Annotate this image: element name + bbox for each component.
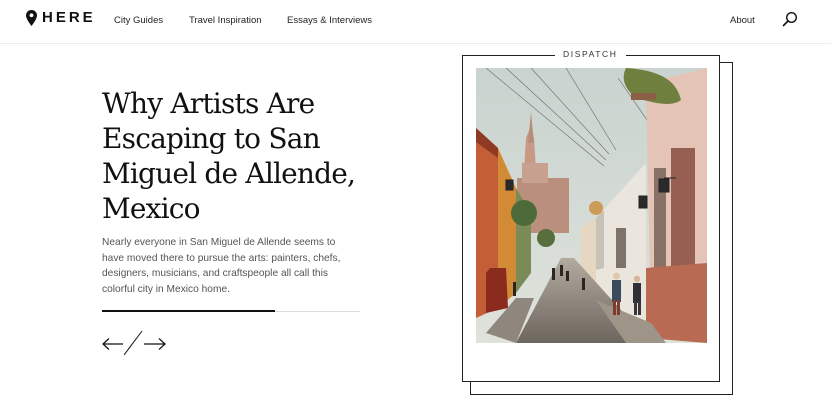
search-icon <box>782 11 798 27</box>
top-navigation-bar: HERE City Guides Travel Inspiration Essa… <box>0 0 831 44</box>
summary-line: have moved there to pursue the arts: pai… <box>102 252 341 264</box>
nav-essays-interviews[interactable]: Essays & Interviews <box>287 15 372 26</box>
article-headline[interactable]: Why Artists Are Escaping to San Miguel d… <box>102 86 402 226</box>
next-button[interactable] <box>142 330 166 356</box>
logo-text: HERE <box>42 9 96 26</box>
dispatch-label: DISPATCH <box>555 49 626 59</box>
article-photo[interactable] <box>476 68 707 343</box>
summary-line: Nearly everyone in San Miguel de Allende… <box>102 237 336 248</box>
headline-line: Mexico <box>102 192 201 225</box>
site-logo[interactable]: HERE <box>26 9 96 26</box>
arrow-right-icon <box>144 338 166 350</box>
headline-line: Miguel de Allende, <box>102 157 356 190</box>
nav-about[interactable]: About <box>730 15 755 26</box>
headline-line: Escaping to San <box>102 122 321 155</box>
article-summary: Nearly everyone in San Miguel de Allende… <box>102 235 362 297</box>
nav-city-guides[interactable]: City Guides <box>114 15 163 26</box>
carousel-controls <box>102 330 166 356</box>
summary-line: designers, musicians, and craftspeople a… <box>102 268 328 279</box>
headline-line: Why Artists Are <box>102 87 315 120</box>
slash-divider <box>123 330 143 356</box>
search-button[interactable] <box>782 11 798 27</box>
map-pin-icon <box>26 9 37 26</box>
summary-line: colorful city in Mexico home. <box>102 283 230 295</box>
carousel-progress-fill <box>102 310 275 312</box>
nav-travel-inspiration[interactable]: Travel Inspiration <box>189 15 262 26</box>
carousel-progress-bar <box>102 310 360 312</box>
street-scene-image <box>476 68 707 343</box>
